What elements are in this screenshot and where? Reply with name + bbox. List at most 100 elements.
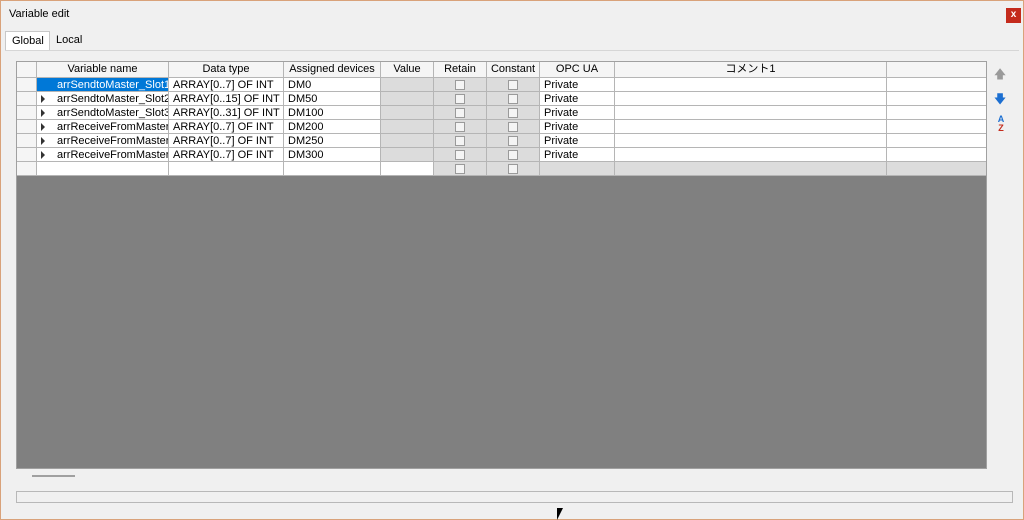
opc-ua-cell [540, 162, 615, 176]
new-variable-row[interactable] [17, 162, 986, 176]
row-selector[interactable] [17, 148, 37, 162]
tab-local[interactable]: Local [50, 31, 90, 50]
retain-checkbox[interactable] [455, 108, 465, 118]
table-row[interactable]: arrSendtoMaster_Slot2 ARRAY[0..15] OF IN… [17, 92, 986, 106]
expand-arrow-icon[interactable] [41, 123, 45, 131]
variable-name-cell[interactable]: arrReceiveFromMaster_ [37, 148, 169, 162]
header-data-type[interactable]: Data type [169, 62, 284, 78]
retain-checkbox[interactable] [455, 150, 465, 160]
filler-cell [887, 78, 986, 92]
retain-checkbox[interactable] [455, 136, 465, 146]
data-type-cell[interactable]: ARRAY[0..31] OF INT [169, 106, 284, 120]
comment-cell[interactable] [615, 106, 887, 120]
assigned-devices-cell[interactable]: DM250 [284, 134, 381, 148]
variable-name-text: arrReceiveFromMaster_ [57, 121, 169, 133]
comment-cell[interactable] [615, 134, 887, 148]
variable-grid[interactable]: Variable name Data type Assigned devices… [16, 61, 987, 469]
row-selector[interactable] [17, 92, 37, 106]
sort-button[interactable]: AZ [993, 115, 1009, 133]
expand-arrow-icon[interactable] [41, 137, 45, 145]
variable-name-cell[interactable]: arrReceiveFromMaster_ [37, 120, 169, 134]
table-row[interactable]: arrReceiveFromMaster_ ARRAY[0..7] OF INT… [17, 148, 986, 162]
value-cell [381, 120, 434, 134]
variable-name-cell[interactable]: arrSendtoMaster_Slot2 [37, 92, 169, 106]
opc-ua-cell[interactable]: Private [540, 134, 615, 148]
header-opc-ua[interactable]: OPC UA [540, 62, 615, 78]
opc-ua-cell[interactable]: Private [540, 92, 615, 106]
header-constant[interactable]: Constant [487, 62, 540, 78]
variable-name-text: arrSendtoMaster_Slot3 [57, 107, 169, 119]
data-type-cell[interactable]: ARRAY[0..15] OF INT [169, 92, 284, 106]
retain-checkbox[interactable] [455, 164, 465, 174]
comment-cell[interactable] [615, 120, 887, 134]
tab-global[interactable]: Global [5, 31, 50, 51]
constant-checkbox[interactable] [508, 136, 518, 146]
retain-cell [434, 134, 487, 148]
assigned-devices-cell[interactable]: DM300 [284, 148, 381, 162]
retain-checkbox[interactable] [455, 122, 465, 132]
header-retain[interactable]: Retain [434, 62, 487, 78]
table-row[interactable]: arrSendtoMaster_Slot1 ARRAY[0..7] OF INT… [17, 78, 986, 92]
constant-cell [487, 106, 540, 120]
assigned-devices-cell[interactable]: DM0 [284, 78, 381, 92]
expand-arrow-icon[interactable] [41, 151, 45, 159]
constant-checkbox[interactable] [508, 164, 518, 174]
constant-checkbox[interactable] [508, 122, 518, 132]
retain-checkbox[interactable] [455, 94, 465, 104]
retain-checkbox[interactable] [455, 80, 465, 90]
variable-name-cell[interactable] [37, 162, 169, 176]
horizontal-scrollbar[interactable] [32, 475, 75, 477]
header-corner[interactable] [17, 62, 37, 78]
retain-cell [434, 106, 487, 120]
data-type-cell[interactable]: ARRAY[0..7] OF INT [169, 134, 284, 148]
data-type-cell[interactable]: ARRAY[0..7] OF INT [169, 148, 284, 162]
arrow-down-icon: 🡇 [993, 92, 1007, 106]
header-value[interactable]: Value [381, 62, 434, 78]
assigned-devices-cell[interactable]: DM100 [284, 106, 381, 120]
expand-arrow-icon[interactable] [41, 109, 45, 117]
variable-name-text: arrSendtoMaster_Slot1 [37, 78, 168, 91]
opc-ua-cell[interactable]: Private [540, 78, 615, 92]
constant-cell [487, 120, 540, 134]
table-row[interactable]: arrReceiveFromMaster_ ARRAY[0..7] OF INT… [17, 120, 986, 134]
data-type-cell[interactable]: ARRAY[0..7] OF INT [169, 78, 284, 92]
opc-ua-cell[interactable]: Private [540, 120, 615, 134]
row-selector[interactable] [17, 78, 37, 92]
constant-checkbox[interactable] [508, 150, 518, 160]
assigned-devices-cell[interactable]: DM50 [284, 92, 381, 106]
move-up-button[interactable]: 🡅 [993, 67, 1007, 81]
variable-name-cell[interactable]: arrSendtoMaster_Slot1 [37, 78, 169, 92]
value-cell [381, 78, 434, 92]
constant-checkbox[interactable] [508, 94, 518, 104]
row-selector[interactable] [17, 120, 37, 134]
comment-cell[interactable] [615, 78, 887, 92]
title-bar[interactable]: Variable edit x [1, 1, 1023, 29]
header-comment[interactable]: コメント1 [615, 62, 887, 78]
value-cell[interactable] [381, 162, 434, 176]
constant-checkbox[interactable] [508, 80, 518, 90]
variable-name-text: arrReceiveFromMaster_ [57, 149, 169, 161]
comment-cell[interactable] [615, 148, 887, 162]
table-row[interactable]: arrSendtoMaster_Slot3 ARRAY[0..31] OF IN… [17, 106, 986, 120]
close-button[interactable]: x [1006, 8, 1021, 23]
expand-arrow-icon[interactable] [41, 95, 45, 103]
header-variable-name[interactable]: Variable name [37, 62, 169, 78]
assigned-devices-cell[interactable] [284, 162, 381, 176]
data-type-cell[interactable]: ARRAY[0..7] OF INT [169, 120, 284, 134]
constant-checkbox[interactable] [508, 108, 518, 118]
row-selector[interactable] [17, 162, 37, 176]
data-type-cell[interactable] [169, 162, 284, 176]
table-row[interactable]: arrReceiveFromMaster_ ARRAY[0..7] OF INT… [17, 134, 986, 148]
variable-name-cell[interactable]: arrSendtoMaster_Slot3 [37, 106, 169, 120]
comment-cell[interactable] [615, 92, 887, 106]
constant-cell [487, 78, 540, 92]
move-down-button[interactable]: 🡇 [993, 92, 1007, 106]
header-assigned-devices[interactable]: Assigned devices [284, 62, 381, 78]
variable-name-cell[interactable]: arrReceiveFromMaster_ [37, 134, 169, 148]
assigned-devices-cell[interactable]: DM200 [284, 120, 381, 134]
opc-ua-cell[interactable]: Private [540, 106, 615, 120]
row-selector[interactable] [17, 134, 37, 148]
row-selector[interactable] [17, 106, 37, 120]
retain-cell [434, 162, 487, 176]
opc-ua-cell[interactable]: Private [540, 148, 615, 162]
